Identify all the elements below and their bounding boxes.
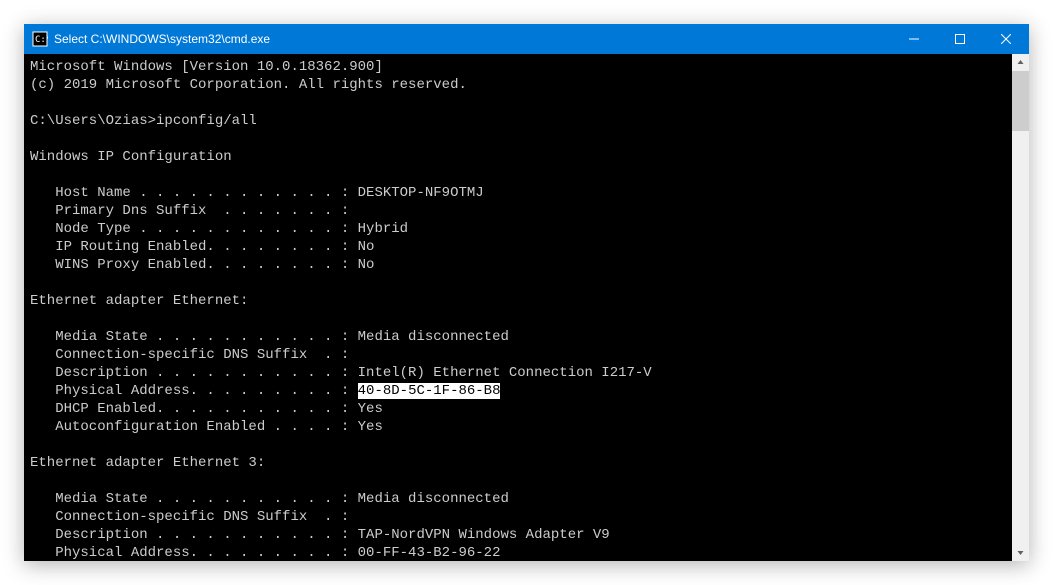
titlebar-text: Select C:\WINDOWS\system32\cmd.exe — [54, 32, 891, 46]
content-wrapper: Microsoft Windows [Version 10.0.18362.90… — [24, 54, 1029, 561]
terminal-line: Description . . . . . . . . . . . : TAP-… — [30, 527, 610, 543]
terminal-line: Media State . . . . . . . . . . . : Medi… — [30, 491, 509, 507]
minimize-button[interactable] — [891, 24, 937, 54]
terminal-line: (c) 2019 Microsoft Corporation. All righ… — [30, 77, 467, 93]
terminal-line: Connection-specific DNS Suffix . : — [30, 347, 349, 363]
terminal-line: Connection-specific DNS Suffix . : — [30, 509, 349, 525]
terminal-line: Node Type . . . . . . . . . . . . : Hybr… — [30, 221, 408, 237]
cmd-icon: C:\ — [32, 31, 48, 47]
close-button[interactable] — [983, 24, 1029, 54]
terminal-line-label: Physical Address. . . . . . . . . : — [30, 383, 358, 399]
terminal-line: Physical Address. . . . . . . . . : 00-F… — [30, 545, 500, 561]
terminal-line: IP Routing Enabled. . . . . . . . : No — [30, 239, 374, 255]
terminal-prompt-line: C:\Users\Ozias>ipconfig/all — [30, 113, 257, 129]
maximize-button[interactable] — [937, 24, 983, 54]
terminal-line: WINS Proxy Enabled. . . . . . . . : No — [30, 257, 374, 273]
scrollbar-thumb[interactable] — [1012, 71, 1029, 131]
terminal-line: Host Name . . . . . . . . . . . . : DESK… — [30, 185, 484, 201]
cmd-window: C:\ Select C:\WINDOWS\system32\cmd.exe M… — [24, 24, 1029, 561]
terminal-section-header: Ethernet adapter Ethernet: — [30, 293, 248, 309]
terminal-output[interactable]: Microsoft Windows [Version 10.0.18362.90… — [24, 54, 1012, 561]
terminal-line: DHCP Enabled. . . . . . . . . . . : Yes — [30, 401, 383, 417]
terminal-line: Description . . . . . . . . . . . : Inte… — [30, 365, 652, 381]
terminal-line: Media State . . . . . . . . . . . : Medi… — [30, 329, 509, 345]
terminal-section-header: Windows IP Configuration — [30, 149, 232, 165]
terminal-line: Primary Dns Suffix . . . . . . . : — [30, 203, 349, 219]
titlebar-controls — [891, 24, 1029, 54]
titlebar[interactable]: C:\ Select C:\WINDOWS\system32\cmd.exe — [24, 24, 1029, 54]
scrollbar-up-button[interactable] — [1012, 54, 1029, 71]
terminal-line: Autoconfiguration Enabled . . . . : Yes — [30, 419, 383, 435]
scrollbar-down-button[interactable] — [1012, 544, 1029, 561]
highlighted-mac-address: 40-8D-5C-1F-86-B8 — [358, 383, 501, 399]
terminal-section-header: Ethernet adapter Ethernet 3: — [30, 455, 265, 471]
terminal-line: Microsoft Windows [Version 10.0.18362.90… — [30, 59, 383, 75]
scrollbar-track[interactable] — [1012, 71, 1029, 544]
svg-text:C:\: C:\ — [35, 35, 48, 45]
vertical-scrollbar[interactable] — [1012, 54, 1029, 561]
